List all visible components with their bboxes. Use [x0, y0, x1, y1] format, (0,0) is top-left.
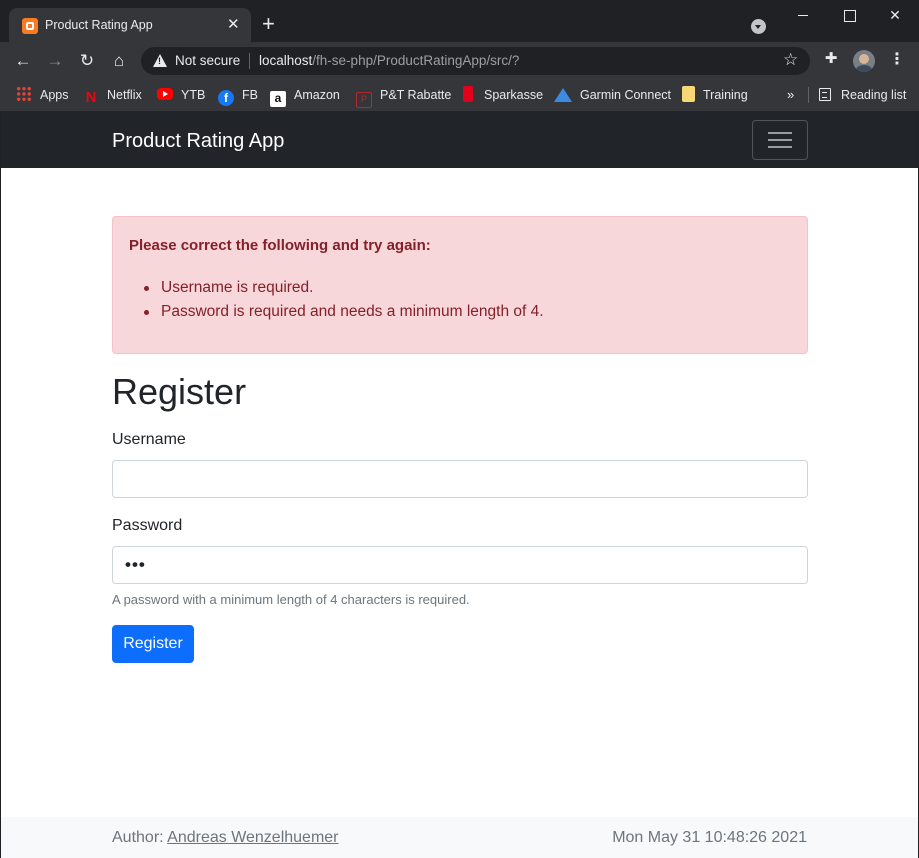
- minimize-icon[interactable]: [780, 0, 826, 32]
- extensions-puzzle-icon[interactable]: ✚: [822, 50, 840, 68]
- back-arrow-icon[interactable]: ←: [12, 50, 34, 72]
- navbar-brand[interactable]: Product Rating App: [112, 129, 284, 153]
- bookmark-apps[interactable]: Apps: [16, 85, 69, 105]
- password-input[interactable]: [112, 546, 808, 584]
- pt-icon: P: [356, 92, 372, 108]
- apps-grid-icon: [16, 86, 32, 102]
- navbar-toggle-button[interactable]: [752, 120, 808, 160]
- bookmark-fb[interactable]: f FB: [218, 85, 258, 106]
- security-label[interactable]: Not secure: [175, 53, 240, 68]
- page-content: Product Rating App Please correct the fo…: [1, 111, 918, 858]
- folder-icon: [682, 86, 695, 102]
- hamburger-icon: [768, 132, 792, 134]
- url-divider: [249, 53, 250, 69]
- bookmarks-divider: [808, 87, 809, 103]
- bookmark-star-icon[interactable]: ☆: [783, 50, 798, 70]
- bookmark-label: Netflix: [107, 88, 142, 102]
- bookmark-training[interactable]: Training: [682, 85, 748, 105]
- bookmark-garmin[interactable]: Garmin Connect: [554, 85, 671, 105]
- app-navbar: Product Rating App: [1, 111, 918, 168]
- netflix-icon: N: [85, 89, 97, 106]
- bookmark-label: Amazon: [294, 88, 340, 102]
- password-label: Password: [112, 517, 183, 534]
- bookmark-label: P&T Rabatte: [380, 88, 452, 102]
- bookmark-netflix[interactable]: N Netflix: [83, 85, 142, 106]
- reading-list-button[interactable]: Reading list: [819, 85, 906, 105]
- tab-strip: Product Rating App ✕ + ✕: [0, 0, 919, 42]
- more-menu-icon[interactable]: ⋮: [889, 50, 905, 70]
- address-bar[interactable]: Not secure localhost/fh-se-php/ProductRa…: [141, 47, 810, 75]
- reading-list-label: Reading list: [841, 88, 907, 102]
- warning-icon[interactable]: [153, 54, 167, 67]
- sparkasse-icon: [463, 86, 473, 102]
- footer-datetime: Mon May 31 10:48:26 2021: [612, 829, 807, 846]
- bookmark-label: Training: [703, 88, 748, 102]
- username-label: Username: [112, 431, 186, 448]
- url-text[interactable]: localhost/fh-se-php/ProductRatingApp/src…: [259, 53, 519, 68]
- app-favicon-icon: [22, 18, 38, 34]
- hamburger-icon: [768, 139, 792, 141]
- new-tab-icon[interactable]: +: [262, 13, 275, 35]
- bookmark-amazon[interactable]: a Amazon: [270, 85, 340, 107]
- alert-item: Password is required and needs a minimum…: [144, 300, 544, 324]
- forward-arrow-icon[interactable]: →: [44, 50, 66, 72]
- tab-close-icon[interactable]: ✕: [227, 16, 240, 34]
- error-alert: Please correct the following and try aga…: [112, 216, 808, 354]
- bookmarks-overflow-icon[interactable]: »: [787, 85, 794, 105]
- bookmark-label: FB: [242, 88, 258, 102]
- bookmark-sparkasse[interactable]: Sparkasse: [460, 85, 543, 105]
- browser-toolbar: ← → ↻ ⌂ Not secure localhost/fh-se-php/P…: [0, 42, 919, 79]
- alert-item: Username is required.: [144, 276, 544, 300]
- reload-icon[interactable]: ↻: [76, 50, 98, 72]
- tab-title: Product Rating App: [45, 18, 153, 32]
- author-prefix: Author:: [112, 829, 168, 846]
- register-button[interactable]: Register: [112, 625, 194, 663]
- bookmark-label: Garmin Connect: [580, 88, 672, 102]
- author-link[interactable]: Andreas Wenzelhuemer: [167, 829, 338, 846]
- window-close-icon[interactable]: ✕: [872, 0, 918, 32]
- bookmark-ytb[interactable]: YTB: [157, 85, 205, 105]
- maximize-icon[interactable]: [826, 0, 872, 32]
- alert-heading: Please correct the following and try aga…: [129, 237, 431, 254]
- bookmark-pt-rabatte[interactable]: P P&T Rabatte: [356, 85, 452, 108]
- alert-list: Username is required. Password is requir…: [144, 276, 544, 324]
- reading-list-icon: [819, 88, 831, 101]
- browser-tab[interactable]: Product Rating App ✕: [9, 8, 251, 42]
- amazon-icon: a: [270, 91, 286, 107]
- page-footer: Author: Andreas Wenzelhuemer Mon May 31 …: [1, 817, 918, 858]
- garmin-icon: [554, 88, 572, 102]
- tab-search-icon[interactable]: [751, 19, 766, 34]
- username-input[interactable]: [112, 460, 808, 498]
- profile-avatar[interactable]: [853, 50, 875, 72]
- footer-author: Author: Andreas Wenzelhuemer: [112, 829, 339, 847]
- bookmark-label: Apps: [40, 88, 69, 102]
- url-host: localhost: [259, 53, 313, 68]
- hamburger-icon: [768, 146, 792, 148]
- password-hint: A password with a minimum length of 4 ch…: [112, 592, 470, 607]
- url-path: /fh-se-php/ProductRatingApp/src/?: [312, 53, 520, 68]
- youtube-icon: [157, 88, 173, 100]
- bookmark-label: Sparkasse: [484, 88, 544, 102]
- page-title: Register: [112, 371, 247, 412]
- facebook-icon: f: [218, 90, 234, 106]
- browser-window: Product Rating App ✕ + ✕ ← → ↻ ⌂ Not sec…: [0, 0, 919, 858]
- bookmark-label: YTB: [181, 88, 206, 102]
- home-icon[interactable]: ⌂: [108, 50, 130, 72]
- bookmarks-bar: Apps N Netflix YTB f FB a Amazon P P&T Rabat…: [0, 79, 919, 111]
